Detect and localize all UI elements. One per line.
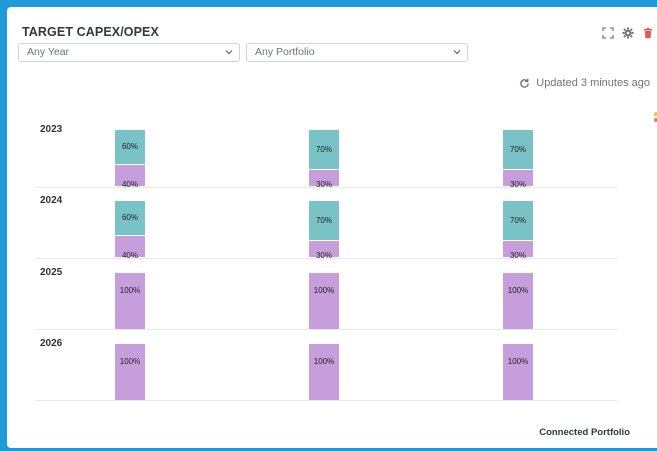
bar-segment-opex: 40%	[115, 165, 145, 189]
chevron-down-icon	[225, 50, 233, 55]
bar-2025-3[interactable]: 100%	[503, 273, 533, 329]
portfolio-filter-select[interactable]: Any Portfolio	[246, 43, 468, 62]
bar-2023-1[interactable]: 60% 40%	[115, 130, 145, 189]
year-label-2024: 2024	[40, 195, 63, 206]
portfolio-filter-value: Any Portfolio	[255, 46, 315, 58]
bar-segment-label: 100%	[507, 286, 529, 295]
widget-title: TARGET CAPEX/OPEX	[22, 25, 159, 39]
refresh-icon[interactable]	[519, 78, 530, 89]
bar-segment-opex: 100%	[309, 273, 339, 329]
bar-segment-opex: 100%	[309, 344, 339, 400]
last-updated-text: Updated 3 minutes ago	[536, 77, 650, 89]
bar-segment-label: 30%	[315, 251, 332, 260]
bar-segment-capex: 70%	[309, 130, 339, 169]
bar-segment-label: 100%	[313, 286, 335, 295]
bar-2026-3[interactable]: 100%	[503, 344, 533, 400]
bar-segment-capex: 60%	[115, 130, 145, 164]
trash-icon[interactable]	[642, 26, 654, 39]
bar-2025-2[interactable]: 100%	[309, 273, 339, 329]
bar-segment-capex: 70%	[309, 201, 339, 240]
bar-2024-2[interactable]: 70% 30%	[309, 201, 339, 260]
bar-segment-label: 30%	[315, 180, 332, 189]
color-palette-icon[interactable]	[653, 112, 657, 124]
legend-label: Connected Portfolio	[539, 427, 630, 438]
bar-2026-2[interactable]: 100%	[309, 344, 339, 400]
bar-segment-label: 40%	[121, 180, 138, 189]
gridline	[35, 329, 617, 330]
bar-2026-1[interactable]: 100%	[115, 344, 145, 400]
bar-segment-opex: 100%	[115, 273, 145, 329]
bar-segment-label: 30%	[509, 180, 526, 189]
bar-segment-label: 30%	[509, 251, 526, 260]
bar-segment-opex: 100%	[503, 273, 533, 329]
expand-icon[interactable]	[602, 26, 614, 39]
year-filter-value: Any Year	[27, 46, 70, 58]
bar-segment-capex: 60%	[115, 201, 145, 235]
bar-2024-1[interactable]: 60% 40%	[115, 201, 145, 260]
year-filter-select[interactable]: Any Year	[18, 43, 240, 62]
gridline	[35, 400, 617, 401]
chevron-down-icon	[453, 50, 461, 55]
gear-icon[interactable]	[622, 26, 634, 39]
bar-segment-capex: 70%	[503, 201, 533, 240]
bar-segment-opex: 30%	[503, 170, 533, 189]
bar-segment-label: 100%	[507, 357, 529, 366]
bar-segment-capex: 70%	[503, 130, 533, 169]
bar-segment-opex: 30%	[503, 241, 533, 260]
year-label-2026: 2026	[40, 338, 63, 349]
widget-card: TARGET CAPEX/OPEX Any Year Any Portfolio…	[7, 7, 657, 448]
bar-segment-opex: 40%	[115, 236, 145, 260]
bar-segment-opex: 30%	[309, 241, 339, 260]
bar-segment-label: 100%	[119, 286, 141, 295]
bar-segment-label: 40%	[121, 251, 138, 260]
bar-2024-3[interactable]: 70% 30%	[503, 201, 533, 260]
bar-segment-opex: 100%	[115, 344, 145, 400]
bar-2025-1[interactable]: 100%	[115, 273, 145, 329]
year-label-2025: 2025	[40, 267, 63, 278]
last-updated: Updated 3 minutes ago	[519, 77, 650, 89]
bar-2023-2[interactable]: 70% 30%	[309, 130, 339, 189]
widget-actions	[602, 26, 654, 39]
year-label-2023: 2023	[40, 124, 63, 135]
bar-segment-label: 100%	[119, 357, 141, 366]
bar-segment-label: 100%	[313, 357, 335, 366]
bar-segment-opex: 100%	[503, 344, 533, 400]
bar-segment-opex: 30%	[309, 170, 339, 189]
bar-2023-3[interactable]: 70% 30%	[503, 130, 533, 189]
